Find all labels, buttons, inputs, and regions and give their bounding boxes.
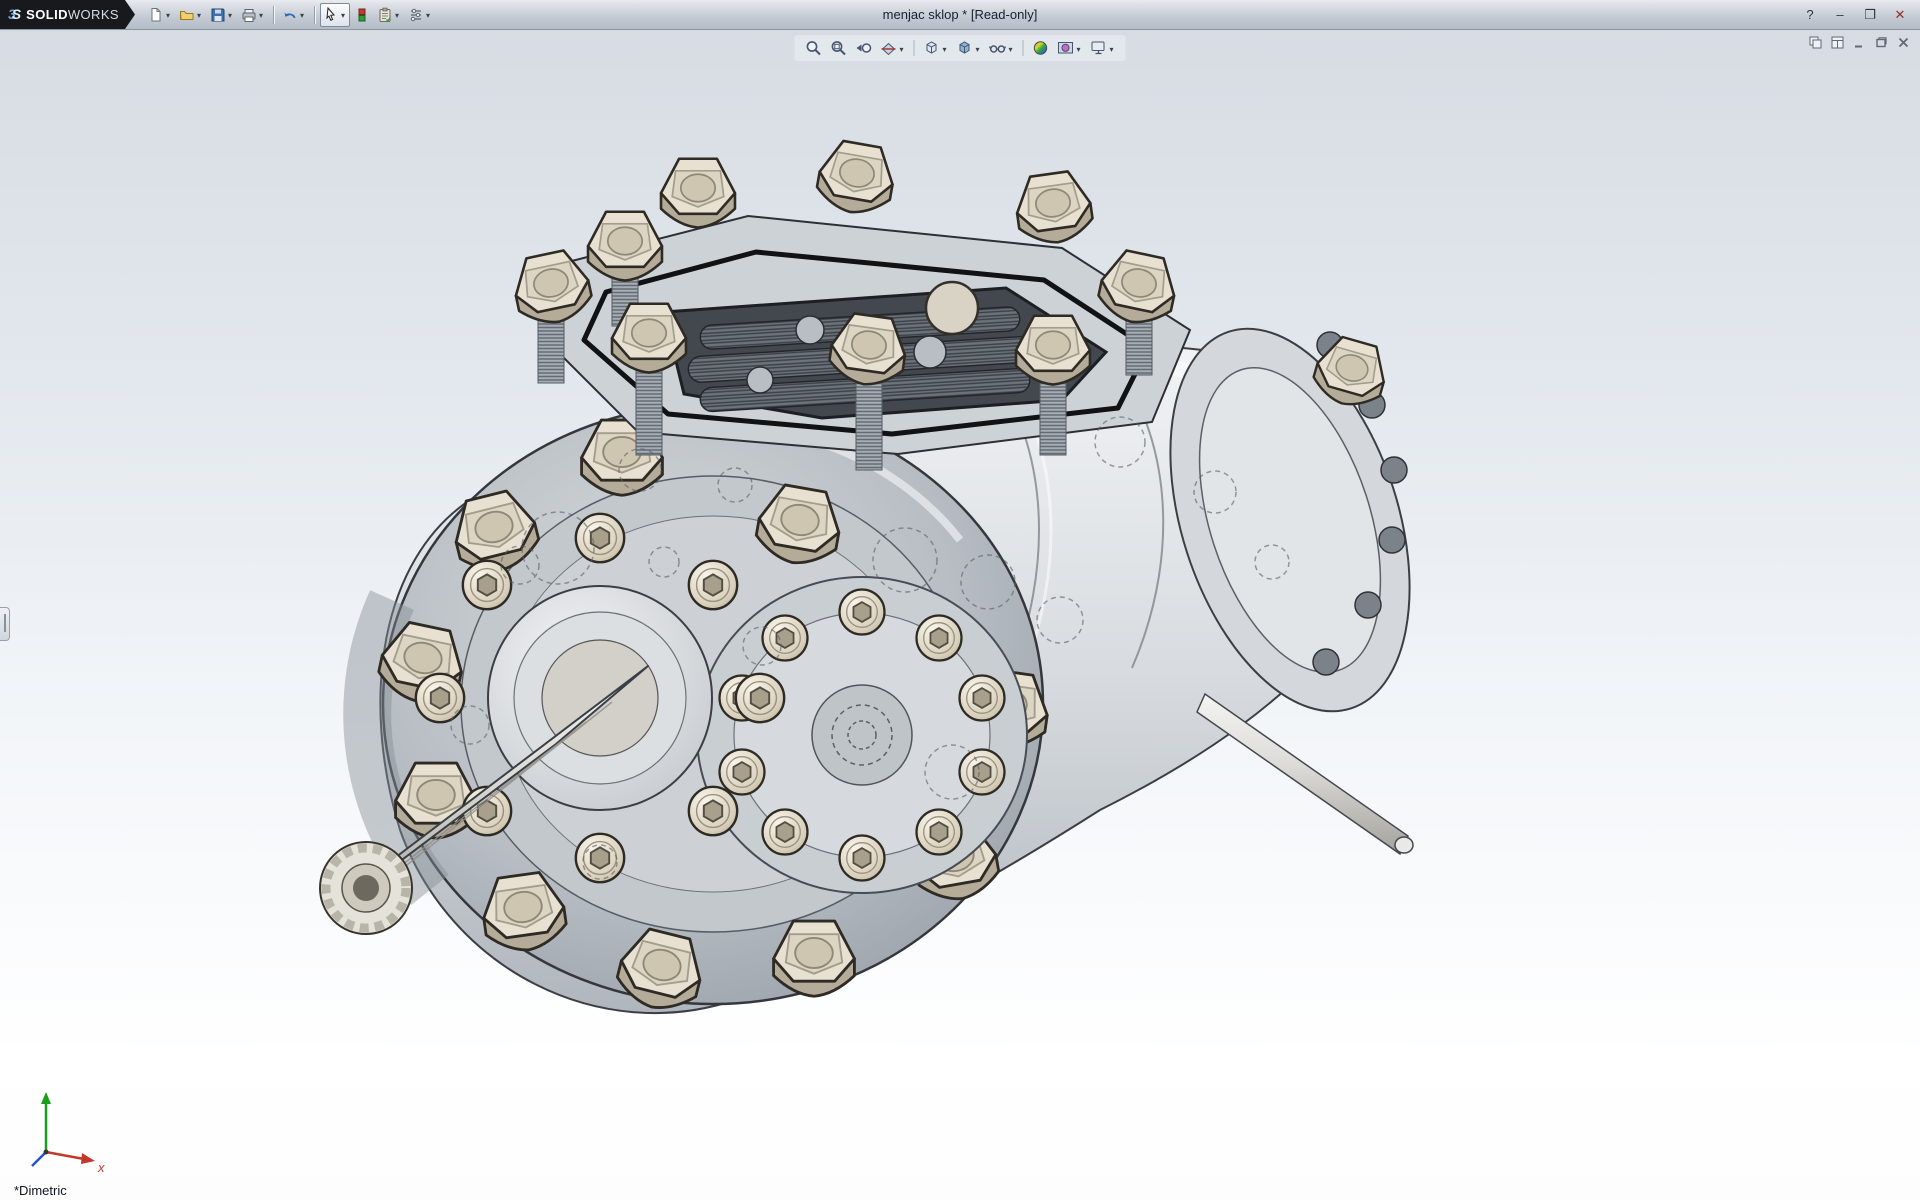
print-icon [241,7,257,23]
section-view-button[interactable] [878,37,908,59]
options-sliders-icon [408,7,424,23]
x-axis-label: x [97,1160,105,1175]
view-orientation-button[interactable] [921,37,951,59]
select-arrow-icon [323,7,339,23]
save-icon [210,7,226,23]
open-button[interactable] [176,3,206,27]
zoom-to-fit-button[interactable] [803,37,825,59]
minimize-window-icon [1853,36,1866,49]
select-button[interactable] [320,3,350,27]
reference-triad: x [12,1082,108,1182]
toolbar-separator [273,6,274,24]
restore-button[interactable]: ❐ [1856,4,1884,26]
zoom-to-area-icon [830,39,848,57]
zoom-to-area-button[interactable] [828,37,850,59]
hide-show-glasses-icon [989,39,1007,57]
new-window-icon [1809,36,1822,49]
heads-up-view-toolbar [795,35,1126,61]
view-settings-icon [1090,39,1108,57]
new-document-icon [148,7,164,23]
z-axis-arrow [32,1152,46,1166]
undo-button[interactable] [279,3,309,27]
standard-toolbar [145,3,435,27]
display-style-icon [956,39,974,57]
toolbar-separator [314,6,315,24]
doc-close-button[interactable] [1894,34,1912,50]
zoom-to-fit-icon [805,39,823,57]
undo-icon [282,7,298,23]
window-controls: ? – ❐ ✕ [1796,4,1920,26]
chevron-down-icon[interactable] [339,7,347,22]
chevron-down-icon[interactable] [393,7,401,22]
solidworks-window: 3S SOLIDWORKS [0,0,1920,1200]
hide-show-items-button[interactable] [987,37,1017,59]
doc-restore-button[interactable] [1872,34,1890,50]
chevron-down-icon[interactable] [1075,41,1083,56]
view-settings-button[interactable] [1088,37,1118,59]
close-window-icon [1897,36,1910,49]
help-button[interactable]: ? [1796,4,1824,26]
chevron-down-icon[interactable] [257,7,265,22]
save-button[interactable] [207,3,237,27]
chevron-down-icon[interactable] [974,41,982,56]
color-status-button[interactable] [351,3,373,27]
graphics-area[interactable]: x *Dimetric [0,29,1920,1200]
secondary-flange [697,577,1027,893]
tile-window-icon [1831,36,1844,49]
apply-scene-icon [1057,39,1075,57]
solidworks-logo: 3S SOLIDWORKS [0,0,135,29]
previous-view-icon [855,39,873,57]
brand-name: SOLIDWORKS [26,6,119,24]
chevron-down-icon[interactable] [226,7,234,22]
3ds-logo-icon: 3S [8,6,21,24]
display-style-button[interactable] [954,37,984,59]
doc-minimize-button[interactable] [1850,34,1868,50]
restore-window-icon [1875,36,1888,49]
chevron-down-icon[interactable] [1108,41,1116,56]
gearbox-model[interactable] [0,29,1920,1200]
y-axis-arrow [41,1092,51,1104]
previous-view-button[interactable] [853,37,875,59]
close-button[interactable]: ✕ [1886,4,1914,26]
view-orientation-cube-icon [923,39,941,57]
chevron-down-icon[interactable] [195,7,203,22]
toolbar-separator [914,40,915,56]
view-orientation-label: *Dimetric [14,1183,67,1198]
chevron-down-icon[interactable] [164,7,172,22]
properties-clipboard-icon [377,7,393,23]
tile-window-button[interactable] [1828,34,1846,50]
new-button[interactable] [145,3,175,27]
options-button[interactable] [405,3,435,27]
output-shaft [1197,694,1413,854]
x-axis-arrow [81,1153,95,1164]
chevron-down-icon[interactable] [898,41,906,56]
edit-appearance-ball-icon [1032,39,1050,57]
feature-tree-collapse-tab[interactable] [0,607,10,641]
chevron-down-icon[interactable] [1007,41,1015,56]
new-window-button[interactable] [1806,34,1824,50]
apply-scene-button[interactable] [1055,37,1085,59]
chevron-down-icon[interactable] [424,7,432,22]
toolbar-separator [1023,40,1024,56]
properties-button[interactable] [374,3,404,27]
print-button[interactable] [238,3,268,27]
titlebar: 3S SOLIDWORKS [0,0,1920,30]
document-window-controls [1806,34,1912,50]
minimize-button[interactable]: – [1826,4,1854,26]
section-view-icon [880,39,898,57]
chevron-down-icon[interactable] [298,7,306,22]
color-status-icon [354,7,370,23]
open-folder-icon [179,7,195,23]
chevron-down-icon[interactable] [941,41,949,56]
document-title: menjac sklop * [Read-only] [883,7,1038,22]
edit-appearance-button[interactable] [1030,37,1052,59]
